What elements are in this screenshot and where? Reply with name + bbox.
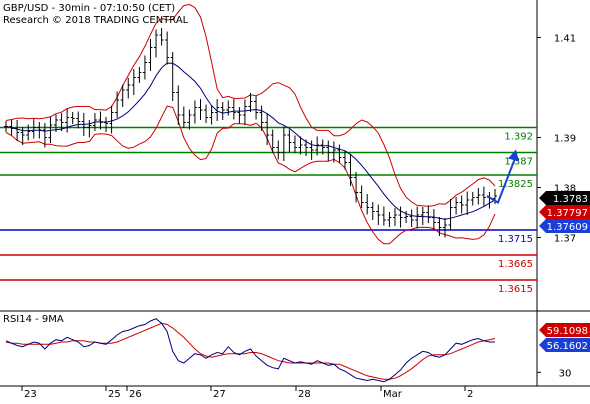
x-axis: 23 25 26 27 28 Mar 2 xyxy=(21,386,473,400)
rsi-ma-line xyxy=(5,322,496,380)
price-tag: 1.37609 xyxy=(539,219,590,233)
chart-svg: 1.3921.3871.38251.37151.36651.3615 1.411… xyxy=(0,0,590,400)
rsi-pane: RSI14 - 9MA 30 59.1098 56.1602 xyxy=(3,314,590,383)
level-label: 1.3615 xyxy=(498,284,533,295)
chart-copyright: Research © 2018 TRADING CENTRAL xyxy=(3,15,189,26)
rsi-tag-label: 59.1098 xyxy=(547,326,588,337)
chart-title: GBP/USD - 30min - 07:10:50 (CET) xyxy=(3,3,175,14)
y-tick-label: 1.37 xyxy=(554,234,576,245)
rsi-label: RSI14 - 9MA xyxy=(3,314,64,325)
chart-window: 1.392 1.387 1.3825 1.3715 1.3665 1.3615 1.41 1… xyxy=(0,0,590,400)
price-tag-label: 1.3783 xyxy=(553,194,588,205)
price-tag-label: 1.37609 xyxy=(547,222,588,233)
rsi-tick-label: 30 xyxy=(559,368,572,379)
price-pane xyxy=(0,0,537,311)
x-tick-label: 26 xyxy=(129,389,142,400)
price-tag: 1.3783 xyxy=(539,191,590,205)
rsi-line xyxy=(5,318,495,383)
x-tick-label: Mar xyxy=(383,389,403,400)
x-tick-label: 2 xyxy=(467,389,473,400)
level-label: 1.3715 xyxy=(498,234,533,245)
y-tick-label: 1.41 xyxy=(554,34,576,45)
level-label: 1.392 xyxy=(504,132,533,143)
y-tick-label: 1.39 xyxy=(554,134,576,145)
x-tick-label: 27 xyxy=(213,389,226,400)
price-tag: 1.37797 xyxy=(539,205,590,219)
price-tag-label: 1.37797 xyxy=(547,208,588,219)
x-tick-label: 28 xyxy=(298,389,311,400)
rsi-tag: 56.1602 xyxy=(539,338,590,352)
x-tick-label: 25 xyxy=(108,389,121,400)
rsi-tag-label: 56.1602 xyxy=(547,341,588,352)
rsi-tag: 59.1098 xyxy=(539,323,590,337)
x-tick-label: 23 xyxy=(24,389,37,400)
price-tags: 1.3783 1.37797 1.37609 xyxy=(539,191,590,233)
level-label: 1.3665 xyxy=(498,259,533,270)
